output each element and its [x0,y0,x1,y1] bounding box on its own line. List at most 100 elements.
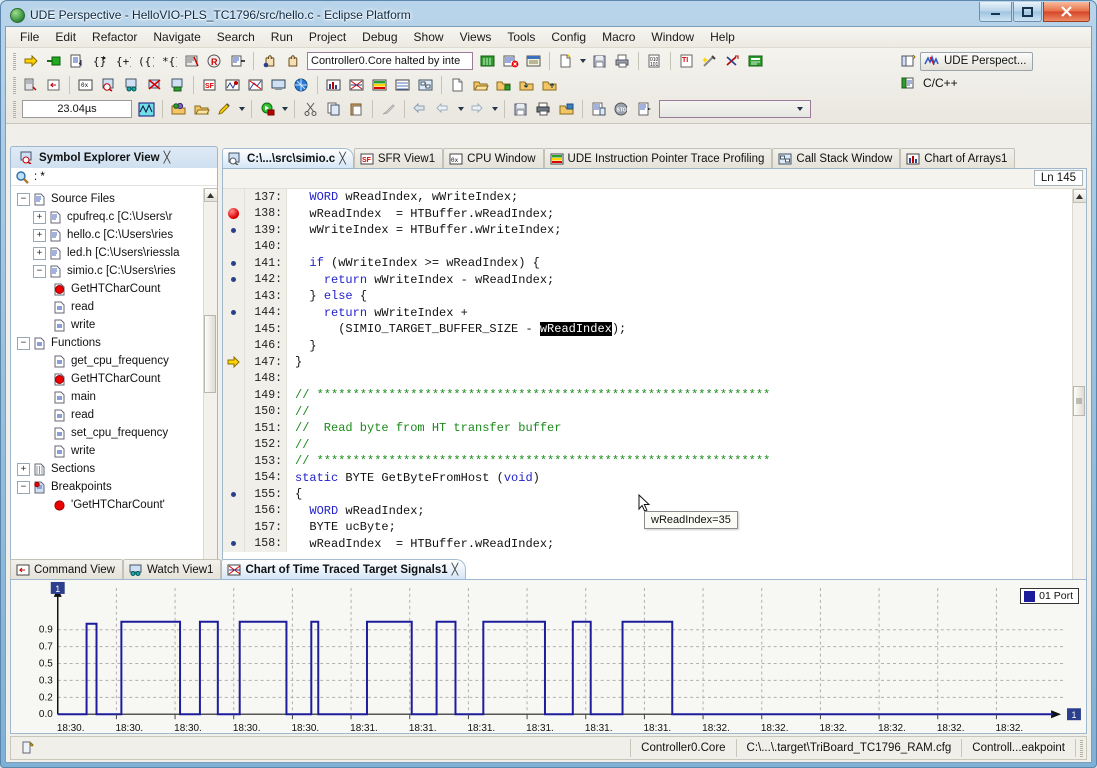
watch-view-icon[interactable] [121,75,142,95]
export-icon[interactable] [539,75,560,95]
forward-dropdown[interactable] [489,99,500,119]
tab-ude-instruction-pointer-trace-profiling[interactable]: UDE Instruction Pointer Trace Profiling [543,148,773,168]
toolbar-grip[interactable] [13,52,16,70]
new-doc-icon[interactable] [447,75,468,95]
tab-simio-c[interactable]: C:\...\src\simio.c ╳ [222,148,354,168]
run-to-line-icon[interactable]: *{} [158,51,179,71]
expander-plus[interactable]: + [33,210,46,224]
tree-node-functions-write[interactable]: write [11,442,203,460]
binary-view-icon[interactable]: 010 101 [644,51,665,71]
menu-item-project[interactable]: Project [301,27,354,47]
stop-icon[interactable]: STOP [611,99,632,119]
tree-node-cpufreq-c[interactable]: + cpufreq.c [C:\Users\r [11,208,203,226]
line-marker[interactable] [223,288,245,305]
line-marker[interactable] [223,370,245,387]
menu-item-views[interactable]: Views [452,27,500,47]
save-as-icon[interactable] [556,99,577,119]
expander-minus[interactable]: − [17,480,30,494]
step-into-brace-icon[interactable]: {+} [112,51,133,71]
line-marker[interactable] [223,502,245,519]
pencil-edit-icon[interactable] [214,99,235,119]
code-line[interactable]: 153: // ********************************… [223,453,1072,470]
expander-minus[interactable]: − [17,192,30,206]
line-marker[interactable] [223,453,245,470]
remove-all-breakpoints-icon[interactable] [500,51,521,71]
menu-item-navigate[interactable]: Navigate [145,27,208,47]
perspective-label-cpp[interactable]: C/C++ [920,76,958,90]
import-icon[interactable] [516,75,537,95]
step-out-brace-icon[interactable]: ({) [135,51,156,71]
menu-item-refactor[interactable]: Refactor [84,27,145,47]
expander-minus[interactable]: − [33,264,46,278]
menu-item-tools[interactable]: Tools [499,27,543,47]
selected-token[interactable]: wReadIndex [539,322,612,337]
tree-node-functions[interactable]: − Functions [11,334,203,352]
tree-node-hello-c[interactable]: + hello.c [C:\Users\ries [11,226,203,244]
scroll-thumb[interactable] [1072,386,1085,416]
code-line[interactable]: 141: if (wWriteIndex >= wReadIndex) { [223,255,1072,272]
signal-scope-icon[interactable] [136,99,157,119]
breakpoint-icon[interactable] [228,208,239,220]
maximize-button[interactable] [1013,2,1042,22]
time-traced-signals-chart[interactable]: 0.0 0.2 0.3 0.5 0.7 0.9 18:30. 18:30. 18… [11,580,1086,734]
back-dropdown[interactable] [455,99,466,119]
line-marker[interactable] [223,403,245,420]
target-combo[interactable] [659,100,811,118]
open-folder-icon[interactable] [191,99,212,119]
toolbar-grip[interactable] [13,100,16,118]
line-marker-dot[interactable] [223,222,245,239]
time-field[interactable]: 23.04µs [22,100,132,118]
tree-node-sections[interactable]: + Sections [11,460,203,478]
tree-node-set-cpu-frequency[interactable]: set_cpu_frequency [11,424,203,442]
menu-item-run[interactable]: Run [263,27,301,47]
line-marker-breakpoint[interactable] [223,205,245,222]
open-perspective-icon[interactable] [898,51,919,71]
halt-hand-icon[interactable] [259,51,280,71]
target-combo-arrow[interactable] [794,99,805,119]
code-line[interactable]: 150: // [223,403,1072,420]
line-marker[interactable] [223,469,245,486]
symbol-search-icon[interactable] [98,75,119,95]
chart-arrays-icon[interactable] [245,75,266,95]
step-over-list-icon[interactable] [66,51,87,71]
code-line[interactable]: 138: wReadIndex = HTBuffer.wReadIndex; [223,205,1072,222]
close-button[interactable] [1043,2,1090,22]
print-page-icon[interactable] [612,51,633,71]
open-folder-icon[interactable] [470,75,491,95]
disassemble-icon[interactable] [181,51,202,71]
line-marker[interactable] [223,420,245,437]
expander-plus[interactable]: + [33,228,46,242]
tab-symbol-explorer-view[interactable]: Symbol Explorer View ╳ [15,148,177,168]
code-line[interactable]: 152: // [223,436,1072,453]
tree-node-source-files[interactable]: − Source Files [11,190,203,208]
run-all-cores-icon[interactable] [477,51,498,71]
tree-node-main[interactable]: main [11,388,203,406]
line-marker[interactable] [223,337,245,354]
line-marker[interactable] [223,189,245,206]
tree-node-breakpoints[interactable]: − Breakpoints [11,478,203,496]
edit-dropdown[interactable] [236,99,247,119]
tab-cpu-window[interactable]: 0x CPU Window [443,148,544,168]
chart-signals-icon[interactable] [222,75,243,95]
new-file-icon[interactable] [555,51,576,71]
network-icon[interactable] [291,75,312,95]
line-marker[interactable] [223,321,245,338]
symbol-filter-row[interactable]: : * [11,168,217,186]
close-icon[interactable]: ╳ [164,151,171,164]
copy-icon[interactable] [323,99,344,119]
scroll-up-button[interactable] [1072,189,1086,203]
undo-arrow-icon[interactable] [433,99,454,119]
line-marker-dot[interactable] [223,304,245,321]
minimize-button[interactable] [979,2,1012,22]
remove-watch-icon[interactable] [144,75,165,95]
stack-inspect-icon[interactable] [167,75,188,95]
menu-item-help[interactable]: Help [702,27,743,47]
chart-container[interactable]: 0.0 0.2 0.3 0.5 0.7 0.9 18:30. 18:30. 18… [10,579,1087,734]
memory-window-icon[interactable] [523,51,544,71]
code-line[interactable]: 148: [223,370,1072,387]
step-return-icon[interactable]: {} [89,51,110,71]
tree-node-get-cpu-frequency[interactable]: get_cpu_frequency [11,352,203,370]
call-stack-icon[interactable] [415,75,436,95]
save-disk-icon[interactable] [510,99,531,119]
expander-plus[interactable]: + [33,246,46,260]
